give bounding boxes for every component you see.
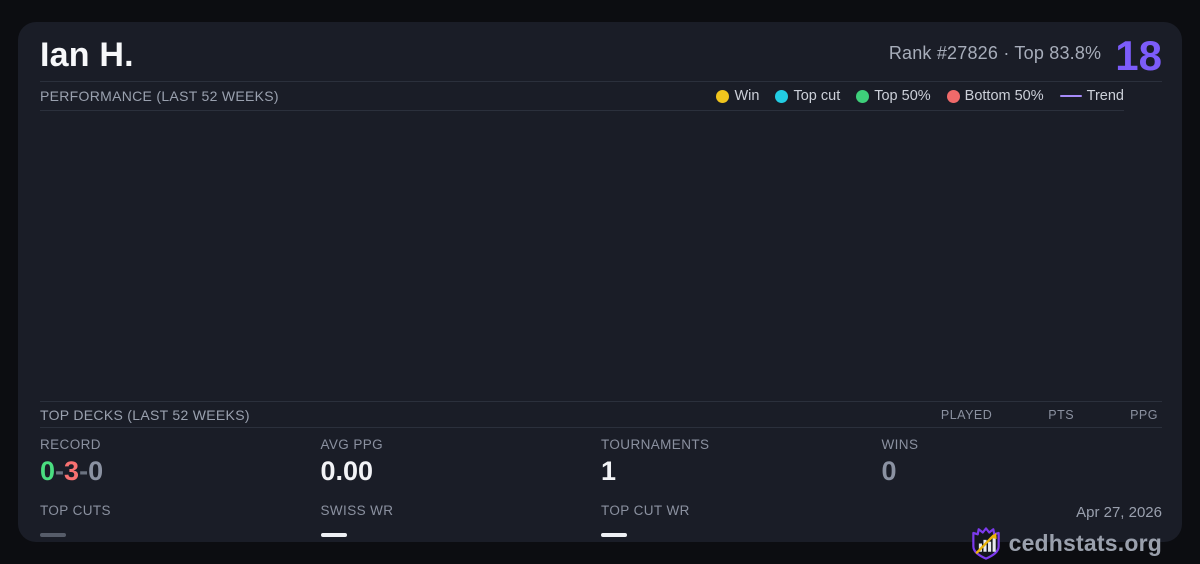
rank-text: Rank #27826 · Top 83.8% bbox=[889, 43, 1101, 70]
record-label: RECORD bbox=[40, 437, 101, 452]
performance-header-row: PERFORMANCE (LAST 52 WEEKS) Win Top cut … bbox=[40, 82, 1124, 111]
record-separator: - bbox=[55, 456, 65, 486]
trend-line-icon bbox=[1059, 94, 1082, 98]
record-value: 0-3-0 bbox=[40, 458, 321, 485]
legend-bottom-50-label: Bottom 50% bbox=[964, 88, 1044, 104]
column-pts: PTS bbox=[1048, 407, 1075, 422]
top-decks-columns: PLAYED PTS PPG bbox=[941, 408, 1162, 422]
top-decks-title: TOP DECKS (LAST 52 WEEKS) bbox=[40, 406, 250, 423]
legend-item-win: Win bbox=[716, 88, 759, 104]
top-percent: Top 83.8% bbox=[1014, 42, 1102, 63]
legend-top-50-label: Top 50% bbox=[874, 88, 931, 104]
chart-legend: Win Top cut Top 50% Bottom 50% Trend bbox=[716, 88, 1124, 104]
wins-label: WINS bbox=[881, 437, 919, 452]
performance-chart bbox=[40, 111, 1162, 402]
record-separator: - bbox=[79, 456, 89, 486]
top-cut-dot-icon bbox=[775, 89, 789, 103]
rank-summary: Rank #27826 · Top 83.8% 18 bbox=[889, 32, 1162, 80]
legend-top-cut-label: Top cut bbox=[793, 88, 841, 104]
record-losses: 3 bbox=[64, 456, 80, 486]
rank-number: Rank #27826 bbox=[888, 42, 999, 63]
legend-item-top-50: Top 50% bbox=[856, 88, 931, 104]
avg-ppg-value: 0.00 bbox=[320, 456, 374, 486]
stat-avg-ppg: AVG PPG 0.00 bbox=[321, 437, 602, 489]
stat-record: RECORD 0-3-0 bbox=[40, 437, 321, 489]
rank-separator: · bbox=[1003, 42, 1010, 63]
tournaments-label: TOURNAMENTS bbox=[601, 437, 710, 452]
top-cut-wr-label: TOP CUT WR bbox=[601, 503, 690, 518]
avg-ppg-label: AVG PPG bbox=[320, 437, 384, 452]
legend-item-bottom-50: Bottom 50% bbox=[946, 88, 1044, 104]
card-header: Ian H. Rank #27826 · Top 83.8% 18 bbox=[40, 22, 1162, 82]
top-cuts-empty-dash bbox=[40, 533, 66, 537]
legend-win-label: Win bbox=[734, 88, 760, 104]
stat-tournaments: TOURNAMENTS 1 bbox=[601, 437, 882, 489]
stat-top-cut-wr: TOP CUT WR bbox=[601, 503, 882, 560]
bottom-50-dot-icon bbox=[946, 89, 960, 103]
brand: cedhstats.org bbox=[971, 527, 1162, 560]
brand-text: cedhstats.org bbox=[1008, 530, 1162, 556]
stat-top-cuts: TOP CUTS bbox=[40, 503, 321, 560]
top-cut-wr-empty-dash bbox=[601, 533, 627, 537]
footer: Apr 27, 2026 cedhstats.org bbox=[882, 503, 1162, 560]
top-decks-header-row: TOP DECKS (LAST 52 WEEKS) PLAYED PTS PPG bbox=[40, 402, 1162, 428]
generated-date: Apr 27, 2026 bbox=[1076, 504, 1162, 521]
player-stats-card: Ian H. Rank #27826 · Top 83.8% 18 PERFOR… bbox=[18, 22, 1182, 560]
legend-item-top-cut: Top cut bbox=[775, 88, 840, 104]
top-50-dot-icon bbox=[856, 89, 870, 103]
swiss-wr-empty-dash bbox=[320, 533, 347, 537]
wins-value: 0 bbox=[881, 456, 897, 486]
top-cuts-label: TOP CUTS bbox=[40, 503, 111, 518]
tournaments-value: 1 bbox=[601, 456, 617, 486]
record-draws: 0 bbox=[88, 456, 104, 486]
stat-swiss-wr: SWISS WR bbox=[320, 503, 602, 560]
performance-title: PERFORMANCE (LAST 52 WEEKS) bbox=[40, 88, 279, 104]
stat-wins: WINS 0 bbox=[882, 437, 1163, 489]
legend-item-trend: Trend bbox=[1059, 88, 1124, 104]
record-wins: 0 bbox=[40, 456, 56, 486]
column-ppg: PPG bbox=[1130, 407, 1158, 422]
swiss-wr-label: SWISS WR bbox=[320, 503, 394, 518]
column-played: PLAYED bbox=[940, 407, 993, 422]
stats-grid: RECORD 0-3-0 AVG PPG 0.00 TOURNAMENTS 1 … bbox=[40, 437, 1162, 560]
legend-trend-label: Trend bbox=[1086, 88, 1124, 104]
player-name: Ian H. bbox=[40, 36, 134, 74]
score-value: 18 bbox=[1115, 32, 1162, 80]
cedhstats-logo-icon bbox=[971, 527, 1000, 560]
win-dot-icon bbox=[716, 89, 730, 103]
